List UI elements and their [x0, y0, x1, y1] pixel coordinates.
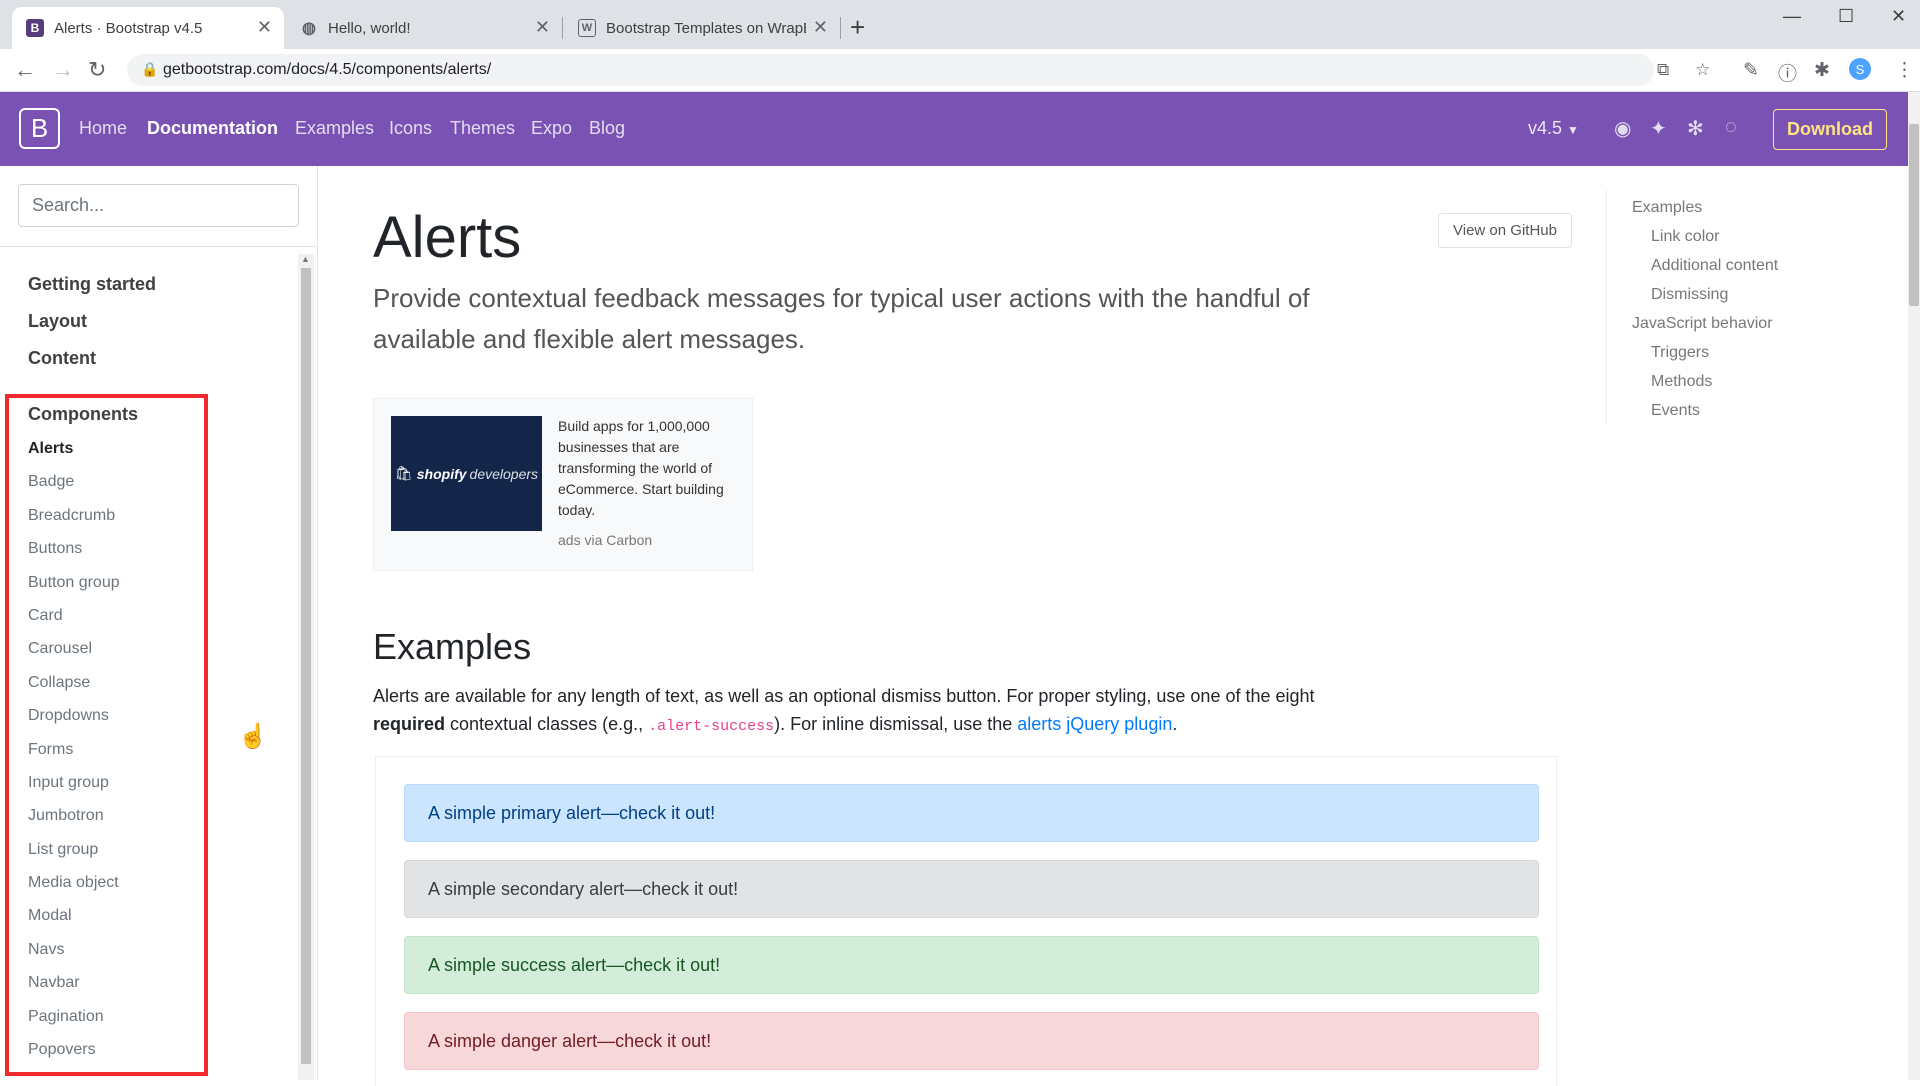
carbon-ad[interactable]: 🛍 shopify developers Build apps for 1,000… [373, 398, 753, 571]
reload-icon[interactable]: ↻ [88, 57, 106, 83]
bootstrap-logo[interactable]: B [19, 108, 60, 149]
maximize-icon[interactable]: ☐ [1838, 6, 1854, 27]
sidebar-group-getting-started[interactable]: Getting started [28, 274, 156, 295]
browser-tab-wrapbootstrap[interactable]: W Bootstrap Templates on WrapBootstrap ✕ [564, 7, 840, 49]
profile-avatar-icon[interactable]: S [1849, 58, 1871, 80]
tab-title: Alerts · Bootstrap v4.5 [54, 19, 203, 37]
close-tab-icon[interactable]: ✕ [813, 17, 828, 38]
shopify-ad-image[interactable]: 🛍 shopify developers [391, 416, 542, 531]
browser-tabstrip: B Alerts · Bootstrap v4.5 ✕ ◍ Hello, wor… [0, 0, 1920, 49]
menu-kebab-icon[interactable]: ⋮ [1895, 59, 1914, 82]
back-icon[interactable]: ← [14, 57, 36, 83]
toc-link-color[interactable]: Link color [1651, 228, 1719, 246]
nav-blog[interactable]: Blog [589, 118, 625, 139]
minimize-icon[interactable]: — [1783, 6, 1801, 27]
carbon-ad-via[interactable]: ads via Carbon [558, 530, 738, 551]
site-navbar: B Home Documentation Examples Icons Them… [0, 92, 1920, 166]
url-text: getbootstrap.com/docs/4.5/components/ale… [163, 61, 492, 78]
alert-primary: A simple primary alert—check it out! [404, 784, 1539, 842]
para-text-2: contextual classes (e.g., [445, 714, 649, 734]
alerts-jquery-plugin-link[interactable]: alerts jQuery plugin [1017, 714, 1172, 734]
address-bar[interactable]: 🔒 getbootstrap.com/docs/4.5/components/a… [127, 54, 1710, 86]
toc-border [1606, 190, 1607, 425]
download-button[interactable]: Download [1773, 109, 1887, 150]
github-icon[interactable]: ◉ [1614, 116, 1631, 141]
sidebar-group-content[interactable]: Content [28, 348, 96, 369]
nav-documentation[interactable]: Documentation [147, 118, 278, 139]
version-label: v4.5 [1528, 118, 1563, 138]
toc-triggers[interactable]: Triggers [1651, 344, 1709, 362]
carbon-ad-text[interactable]: Build apps for 1,000,000 businesses that… [558, 416, 738, 521]
bookmark-star-icon[interactable]: ☆ [1695, 60, 1710, 80]
shopify-bag-icon: 🛍 [394, 465, 413, 481]
close-tab-icon[interactable]: ✕ [535, 17, 550, 38]
browser-tab-alerts[interactable]: B Alerts · Bootstrap v4.5 ✕ [12, 7, 284, 49]
nav-expo[interactable]: Expo [531, 118, 572, 139]
ad-image-sub: developers [469, 465, 539, 482]
ad-image-brand: shopify [416, 465, 467, 482]
toc-javascript-behavior[interactable]: JavaScript behavior [1632, 315, 1773, 333]
wrapbootstrap-favicon-icon: W [578, 19, 596, 37]
version-dropdown[interactable]: v4.5 ▼ [1528, 118, 1579, 139]
tab-title: Hello, world! [328, 19, 411, 37]
close-window-icon[interactable]: ✕ [1891, 6, 1906, 27]
browser-tab-hello-world[interactable]: ◍ Hello, world! ✕ [286, 7, 562, 49]
nav-home[interactable]: Home [79, 118, 127, 139]
twitter-icon[interactable]: ✦ [1650, 116, 1667, 141]
components-highlight-box [5, 394, 208, 1076]
toc-additional-content[interactable]: Additional content [1651, 257, 1778, 275]
toc-dismissing[interactable]: Dismissing [1651, 286, 1728, 304]
lock-icon: 🔒 [141, 61, 159, 77]
page-lead: Provide contextual feedback messages for… [373, 283, 1310, 354]
para-text-1: Alerts are available for any length of t… [373, 686, 1315, 706]
globe-icon: ◍ [302, 20, 316, 37]
extension-info-icon[interactable]: ⓘ [1778, 59, 1797, 86]
para-bold: required [373, 714, 446, 734]
search-input[interactable] [18, 184, 299, 227]
close-tab-icon[interactable]: ✕ [257, 17, 272, 38]
nav-themes[interactable]: Themes [450, 118, 515, 139]
nav-icons[interactable]: Icons [389, 118, 432, 139]
extension-pen-icon[interactable]: ✎ [1743, 59, 1759, 82]
browser-toolbar: ← → ↻ 🔒 getbootstrap.com/docs/4.5/compon… [0, 49, 1920, 92]
alert-secondary: A simple secondary alert—check it out! [404, 860, 1539, 918]
alert-success: A simple success alert—check it out! [404, 936, 1539, 994]
caret-down-icon: ▼ [1567, 123, 1579, 137]
slack-icon[interactable]: ✻ [1687, 116, 1704, 141]
hand-cursor-icon: ☝ [238, 723, 268, 750]
para-code: .alert-success [648, 718, 775, 735]
docs-sidebar: ▲ Getting started Layout Content Compone… [0, 166, 318, 1080]
sidebar-group-layout[interactable]: Layout [28, 311, 87, 332]
translate-icon[interactable]: ⧉ [1657, 60, 1669, 80]
extensions-puzzle-icon[interactable]: ✱ [1814, 59, 1830, 82]
examples-paragraph: Alerts are available for any length of t… [373, 682, 1333, 741]
opencollective-icon[interactable]: ◌ [1725, 116, 1737, 139]
forward-icon[interactable]: → [52, 57, 74, 83]
toc-methods[interactable]: Methods [1651, 373, 1712, 391]
para-text-3: ). For inline dismissal, use the [774, 714, 1018, 734]
bootstrap-favicon-icon: B [26, 19, 44, 37]
para-text-4: . [1172, 714, 1178, 734]
page-scrollbar-thumb[interactable] [1909, 124, 1919, 306]
sidebar-scrollbar-thumb[interactable] [301, 268, 311, 1064]
scroll-up-arrow-icon[interactable]: ▲ [301, 254, 310, 264]
tab-separator [840, 17, 841, 39]
examples-heading: Examples [373, 626, 532, 667]
page-title: Alerts [373, 205, 522, 270]
new-tab-icon[interactable]: + [850, 12, 865, 43]
alert-danger: A simple danger alert—check it out! [404, 1012, 1539, 1070]
toc-examples[interactable]: Examples [1632, 199, 1702, 217]
tab-title: Bootstrap Templates on WrapBootstrap [606, 19, 806, 37]
view-on-github-button[interactable]: View on GitHub [1438, 213, 1572, 248]
toc-events[interactable]: Events [1651, 402, 1700, 420]
nav-examples[interactable]: Examples [295, 118, 374, 139]
sidebar-divider [0, 246, 317, 247]
tab-separator [562, 17, 563, 39]
